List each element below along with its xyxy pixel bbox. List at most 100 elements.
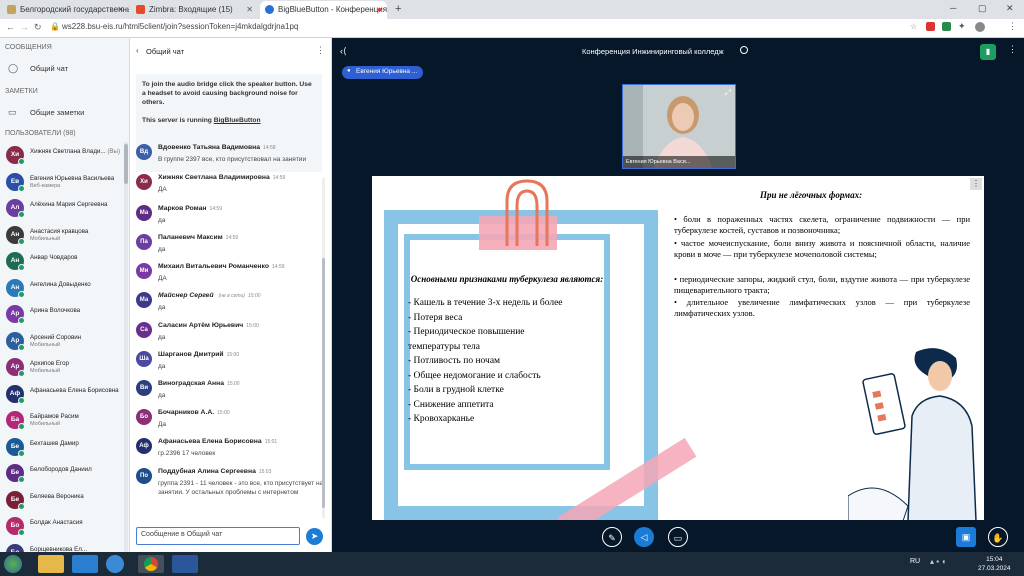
user-item[interactable]: Ар Архипов Егор Мобильный (6, 358, 128, 382)
menu-icon[interactable]: ⋮ (1008, 21, 1017, 32)
notes-header: ЗАМЕТКИ (5, 88, 38, 95)
profile-avatar[interactable] (975, 22, 985, 32)
camera-off-icon: ▭ (673, 533, 683, 543)
mic-status-icon (18, 317, 25, 324)
minimize-icon[interactable]: ─ (950, 3, 956, 13)
options-icon[interactable]: ⋮ (316, 45, 325, 56)
symptoms-title: Основными признаками туберкулеза являютс… (410, 274, 604, 284)
browser-tab-bar: Белгородский государственны... ✕ Zimbra:… (0, 0, 1024, 19)
chat-input[interactable]: Сообщение в Общий чат (136, 527, 300, 545)
new-tab-button[interactable]: + (395, 3, 401, 15)
user-status: Мобильный (30, 368, 61, 374)
user-item[interactable]: Ал Алёхина Мария Сергеевна (6, 199, 128, 223)
user-item[interactable]: Бо Борщевникова Ел... (6, 543, 128, 552)
ie-icon[interactable] (106, 555, 124, 573)
camera-button[interactable]: ▭ (668, 527, 688, 547)
user-item[interactable]: Аф Афанасьева Елена Борисовна (6, 384, 128, 409)
users-header: ПОЛЬЗОВАТЕЛИ (98) (5, 130, 76, 137)
reload-icon[interactable]: ↻ (34, 22, 42, 33)
webcam-video[interactable]: ⤢ Евгения Юрьевна Васи... (622, 84, 736, 169)
chrome-icon[interactable] (138, 555, 164, 573)
avatar: Ба (6, 411, 25, 430)
toggle-panel-icon[interactable]: ‹⟨ (340, 46, 347, 57)
user-item[interactable]: Хи Хижняк Светлана Влади... (Вы) (6, 146, 128, 170)
bbb-link[interactable]: BigBlueButton (214, 117, 261, 124)
webcam-label: Евгения Юрьевна Васи... (623, 156, 735, 168)
connection-status-icon[interactable]: ▮ (980, 44, 996, 60)
puzzle-icon[interactable]: ✦ (958, 21, 966, 32)
scrollbar[interactable] (124, 142, 128, 552)
star-icon[interactable]: ☆ (910, 22, 917, 31)
lang-indicator[interactable]: RU (910, 558, 920, 565)
right-point: • частое мочеиспускание, боли внизу живо… (674, 238, 970, 259)
user-name: Арсений Соровин (30, 333, 82, 341)
audio-button[interactable]: ◁ (634, 527, 654, 547)
tray-icons[interactable]: ▴ ▪ ◖ (930, 557, 946, 566)
forward-icon[interactable]: → (20, 22, 29, 32)
user-item[interactable]: Ев Евгения Юрьевна Васильева Веб-камера (6, 172, 128, 197)
extension-icon[interactable] (942, 22, 951, 31)
lock-icon[interactable]: 🔒 (50, 22, 60, 31)
record-icon[interactable] (740, 46, 748, 54)
screen-share-button[interactable]: ▣ (956, 527, 976, 547)
avatar: Бо (6, 517, 25, 536)
user-name: Анвар Човдаров (30, 254, 78, 261)
message-author: Марков Роман 14:59 (158, 205, 222, 212)
sidebar: СООБЩЕНИЯ ◯ Общий чат ЗАМЕТКИ ▭ Общие за… (0, 38, 130, 552)
server-info: This server is running BigBlueButton (142, 116, 316, 125)
clock[interactable]: 15:04 27.03.2024 (978, 555, 1011, 573)
mic-status-icon (18, 476, 25, 483)
message-author: Саласин Артём Юрьевич 15:00 (158, 322, 259, 329)
message-text: В группе 2397 все, кто присутствовал на … (158, 156, 307, 163)
user-item[interactable]: Бо Болдак Анастасия (6, 517, 128, 541)
message-author: Паланевич Максим 14:59 (158, 234, 239, 241)
back-icon[interactable]: ← (6, 22, 15, 32)
expand-icon[interactable]: ⤢ (725, 88, 731, 98)
symptom-item: - Потеря веса (408, 312, 463, 323)
word-icon[interactable] (172, 555, 198, 573)
message-text: гр.2396 17 человек (158, 450, 216, 457)
send-button[interactable]: ➤ (306, 528, 323, 545)
chevron-left-icon[interactable]: ‹ (136, 46, 139, 55)
maximize-icon[interactable]: ▢ (978, 3, 987, 14)
message-author: Вдовенко Татьяна Вадимовна 14:58 (158, 144, 276, 151)
close-icon[interactable]: ✕ (117, 5, 124, 14)
slide-options-icon[interactable]: ⋮ (970, 178, 982, 190)
taskbar: RU ▴ ▪ ◖ 15:04 27.03.2024 (0, 552, 1024, 576)
close-icon[interactable]: ✕ (246, 5, 253, 14)
options-icon[interactable]: ⋮ (1008, 44, 1017, 55)
symptom-item: - Периодическое повышение (408, 327, 525, 337)
mic-status-icon (18, 343, 25, 351)
raise-hand-button[interactable]: ✋ (988, 527, 1008, 547)
extension-icon[interactable] (926, 22, 935, 31)
scrollbar[interactable] (322, 178, 325, 518)
control-bar: ✎ ◁ ▭ ▣ ✋ (332, 520, 1024, 552)
presenter-name: Евгения Юрьевна ... (356, 68, 418, 75)
user-item[interactable]: Ар Арсений Соровин Мобильный (6, 331, 128, 356)
browser-tab-3[interactable]: BigBlueButton - Конференция... ● (260, 1, 387, 19)
window-close-icon[interactable]: ✕ (1006, 3, 1014, 14)
avatar: Ми (136, 263, 152, 279)
media-icon[interactable] (72, 555, 98, 573)
start-button[interactable] (4, 555, 22, 573)
browser-tab-1[interactable]: Белгородский государственны... ✕ (2, 1, 129, 19)
message-author: Шарганов Дмитрий 15:00 (158, 351, 240, 358)
url-field[interactable]: ws228.bsu-eis.ru/html5client/join?sessio… (62, 22, 298, 31)
explorer-icon[interactable] (38, 555, 64, 573)
user-item[interactable]: Ан Анастасия кравцова Мобильный (6, 225, 128, 250)
user-item[interactable]: Бе Белобородов Даниил (6, 464, 128, 488)
browser-tab-2[interactable]: Zimbra: Входящие (15) ✕ (131, 1, 258, 19)
user-status: Веб-камера (30, 182, 61, 189)
user-item[interactable]: Бе Бехташев Дамир (6, 437, 128, 462)
tab-favicon (136, 5, 145, 14)
avatar: Ар (6, 358, 25, 377)
user-item[interactable]: Ан Ангелина Довыденко (6, 278, 128, 303)
mute-button[interactable]: ✎ (602, 527, 622, 547)
user-item[interactable]: Ан Анвар Човдаров (6, 252, 128, 276)
user-item[interactable]: Ар Арина Волочкова (6, 305, 128, 329)
user-item[interactable]: Бе Беляева Вероника (6, 490, 128, 515)
user-name: Анастасия кравцова (30, 227, 89, 235)
notes-icon: ▭ (8, 107, 17, 117)
mic-status-icon (18, 211, 25, 218)
user-item[interactable]: Ба Байрамов Расим Мобильный (6, 411, 128, 435)
